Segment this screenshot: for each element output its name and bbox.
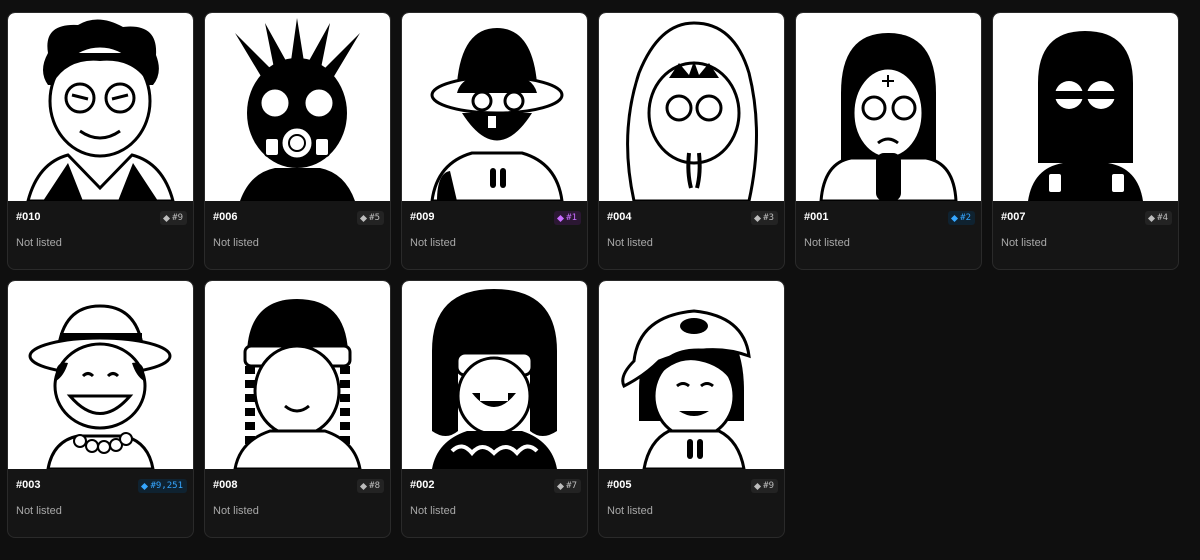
diamond-icon bbox=[951, 214, 959, 222]
rarity-rank: #7 bbox=[566, 481, 577, 491]
nft-card[interactable]: #002 #7 Not listed bbox=[401, 280, 588, 538]
listing-status: Not listed bbox=[410, 237, 456, 249]
rarity-rank: #9 bbox=[172, 213, 183, 223]
rarity-badge: #9 bbox=[160, 211, 187, 225]
rarity-badge: #2 bbox=[948, 211, 975, 225]
nft-card[interactable]: #006 #5 Not listed bbox=[204, 12, 391, 270]
diamond-icon bbox=[163, 214, 171, 222]
nft-name: #001 bbox=[804, 211, 829, 223]
rarity-rank: #4 bbox=[1157, 213, 1168, 223]
nft-grid: #010 #9 Not listed #006 #5 Not listed #0… bbox=[0, 0, 1200, 560]
rarity-rank: #9 bbox=[763, 481, 774, 491]
rarity-rank: #2 bbox=[960, 213, 971, 223]
diamond-icon bbox=[557, 214, 565, 222]
nft-name: #006 bbox=[213, 211, 238, 223]
nft-card[interactable]: #009 #1 Not listed bbox=[401, 12, 588, 270]
listing-status: Not listed bbox=[410, 505, 456, 517]
nft-name: #002 bbox=[410, 479, 435, 491]
nft-name: #008 bbox=[213, 479, 238, 491]
rarity-rank: #1 bbox=[566, 213, 577, 223]
rarity-rank: #5 bbox=[369, 213, 380, 223]
avatar-bucket-hat-icon bbox=[402, 13, 587, 201]
nft-card[interactable]: #007 #4 Not listed bbox=[992, 12, 1179, 270]
avatar-ushanka-icon bbox=[402, 281, 587, 469]
nft-card[interactable]: #003 #9,251 Not listed bbox=[7, 280, 194, 538]
rarity-badge: #7 bbox=[554, 479, 581, 493]
diamond-icon bbox=[557, 482, 565, 490]
listing-status: Not listed bbox=[16, 237, 62, 249]
diamond-icon bbox=[141, 482, 149, 490]
rarity-rank: #3 bbox=[763, 213, 774, 223]
listing-status: Not listed bbox=[607, 237, 653, 249]
nft-name: #005 bbox=[607, 479, 632, 491]
rarity-rank: #8 bbox=[369, 481, 380, 491]
rarity-rank: #9,251 bbox=[150, 481, 183, 491]
listing-status: Not listed bbox=[804, 237, 850, 249]
rarity-badge: #1 bbox=[554, 211, 581, 225]
listing-status: Not listed bbox=[1001, 237, 1047, 249]
diamond-icon bbox=[1148, 214, 1156, 222]
avatar-straw-hat-icon bbox=[8, 281, 193, 469]
avatar-cap-icon bbox=[599, 281, 784, 469]
rarity-badge: #4 bbox=[1145, 211, 1172, 225]
rarity-badge: #8 bbox=[357, 479, 384, 493]
nft-name: #010 bbox=[16, 211, 41, 223]
rarity-badge: #9 bbox=[751, 479, 778, 493]
diamond-icon bbox=[360, 482, 368, 490]
nft-card[interactable]: #008 #8 Not listed bbox=[204, 280, 391, 538]
rarity-badge: #9,251 bbox=[138, 479, 187, 493]
avatar-balaclava-icon bbox=[796, 13, 981, 201]
avatar-ski-mask-icon bbox=[993, 13, 1178, 201]
nft-name: #007 bbox=[1001, 211, 1026, 223]
nft-card[interactable]: #004 #3 Not listed bbox=[598, 12, 785, 270]
diamond-icon bbox=[360, 214, 368, 222]
listing-status: Not listed bbox=[607, 505, 653, 517]
nft-name: #004 bbox=[607, 211, 632, 223]
listing-status: Not listed bbox=[16, 505, 62, 517]
avatar-gas-mask-icon bbox=[205, 13, 390, 201]
diamond-icon bbox=[754, 482, 762, 490]
listing-status: Not listed bbox=[213, 505, 259, 517]
nft-name: #003 bbox=[16, 479, 41, 491]
nft-card[interactable]: #010 #9 Not listed bbox=[7, 12, 194, 270]
rarity-badge: #5 bbox=[357, 211, 384, 225]
avatar-curly-hair-icon bbox=[8, 13, 193, 201]
avatar-hood-icon bbox=[599, 13, 784, 201]
listing-status: Not listed bbox=[213, 237, 259, 249]
nft-card[interactable]: #005 #9 Not listed bbox=[598, 280, 785, 538]
avatar-beanie-icon bbox=[205, 281, 390, 469]
diamond-icon bbox=[754, 214, 762, 222]
nft-card[interactable]: #001 #2 Not listed bbox=[795, 12, 982, 270]
rarity-badge: #3 bbox=[751, 211, 778, 225]
nft-name: #009 bbox=[410, 211, 435, 223]
